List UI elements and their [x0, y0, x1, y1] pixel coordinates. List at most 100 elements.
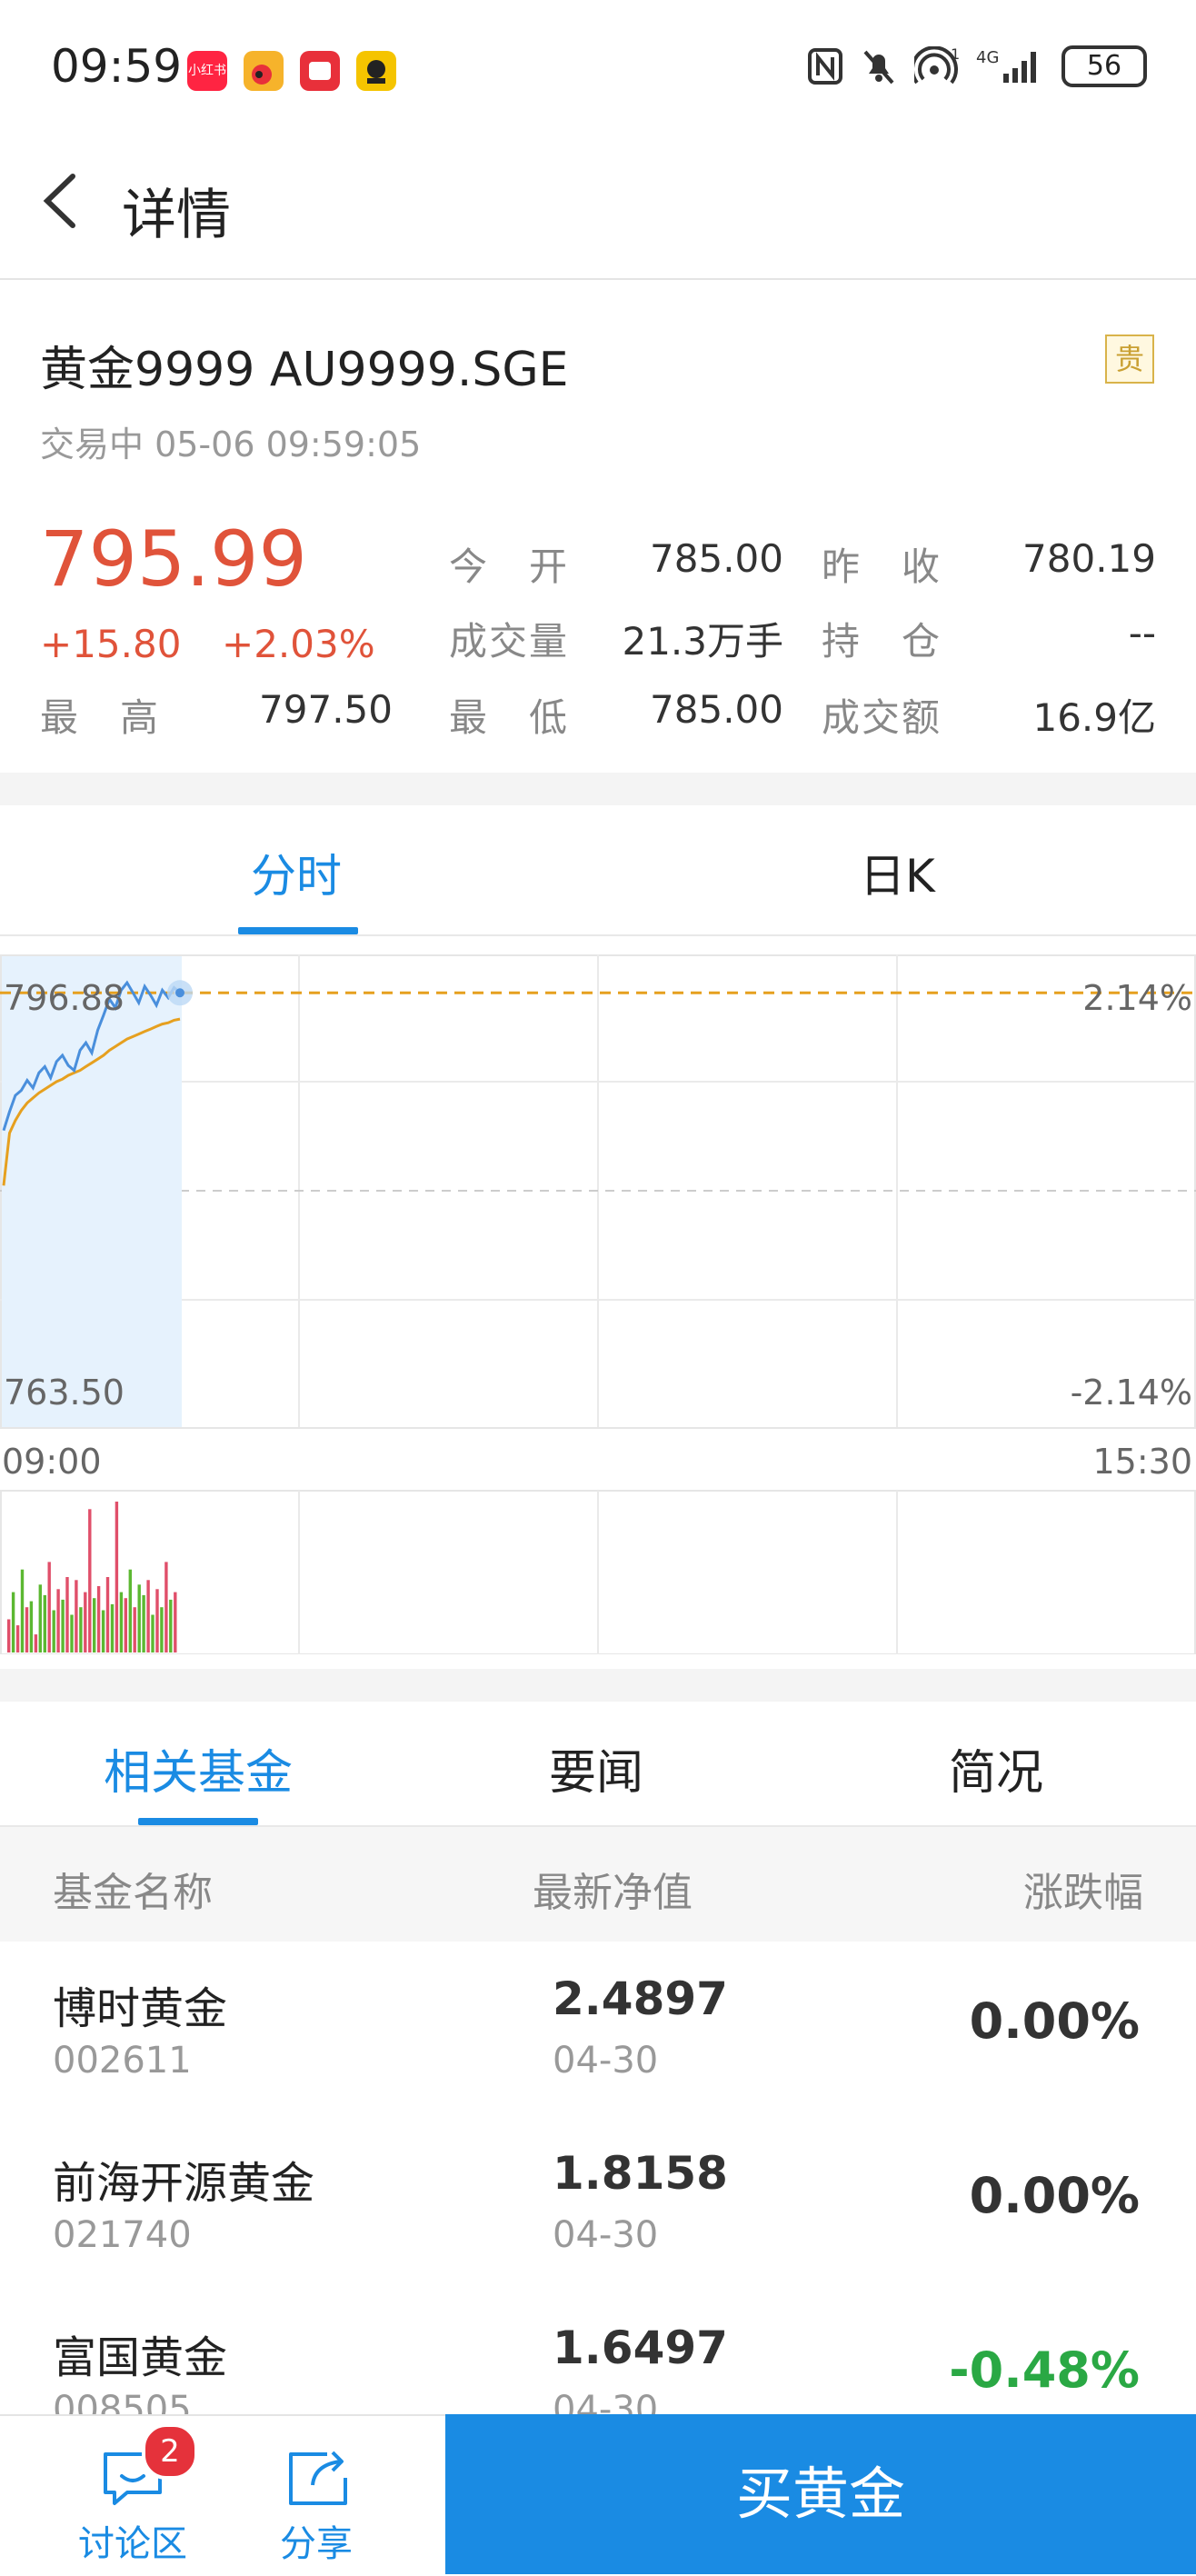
fund-date: 04-30 [553, 2040, 659, 2082]
fund-name: 博时黄金 [53, 1983, 228, 2034]
volume-bar [160, 1607, 164, 1652]
volume-bar [84, 1592, 87, 1652]
share-icon [289, 2451, 347, 2505]
fund-nav: 1.6497 [553, 2321, 728, 2374]
volume-bar [65, 1577, 69, 1652]
stat-value: -- [1128, 611, 1156, 655]
volume-bar [133, 1607, 136, 1652]
volume-bar [43, 1594, 46, 1652]
volume-bar [155, 1589, 159, 1652]
volume-bar [124, 1598, 127, 1652]
volume-bar [79, 1607, 83, 1652]
volume-bar [52, 1610, 55, 1652]
stat-label: 最 低 [449, 695, 570, 740]
volume-bar [93, 1598, 96, 1652]
weibo-icon [244, 51, 284, 91]
price-change: +15.80 [40, 622, 182, 666]
stat-value: 21.3万手 [622, 619, 783, 664]
back-icon[interactable] [36, 169, 91, 233]
fund-code: 002611 [53, 2040, 192, 2082]
tab-related-funds[interactable]: 相关基金 [104, 1734, 293, 1802]
tab-overview[interactable]: 简况 [949, 1734, 1043, 1802]
volume-bar [137, 1584, 141, 1652]
stat-label: 昨 收 [822, 544, 942, 589]
hotspot-icon: 1 [914, 46, 960, 85]
price-change-pct: +2.03% [222, 622, 375, 666]
x-axis-end-label: 15:30 [1092, 1442, 1192, 1482]
tab-news[interactable]: 要闻 [549, 1734, 643, 1802]
fund-name: 前海开源黄金 [53, 2158, 315, 2209]
volume-bar [20, 1569, 25, 1652]
section-divider [0, 773, 1196, 805]
section-divider [0, 1669, 1196, 1702]
yellow-app-icon [356, 51, 396, 91]
svg-text:1: 1 [951, 46, 960, 63]
signal-icon: 4G [976, 48, 1036, 83]
fund-code: 021740 [53, 2214, 192, 2256]
volume-bar [119, 1592, 124, 1652]
current-price: 795.99 [40, 514, 307, 604]
discuss-label: 讨论区 [78, 2523, 187, 2565]
volume-bar [169, 1599, 173, 1652]
current-point-dot [175, 988, 184, 998]
volume-bar [47, 1562, 51, 1652]
category-badge: 贵 [1105, 334, 1154, 384]
tab-intraday[interactable]: 分时 [251, 840, 342, 905]
stat-label: 持 仓 [822, 619, 942, 664]
fund-change: 0.00% [969, 2167, 1140, 2224]
high-label: 最 高 [40, 695, 161, 740]
column-header-nav: 最新净值 [533, 1870, 693, 1916]
tab-daily-k[interactable]: 日K [860, 840, 935, 905]
intraday-chart[interactable] [0, 954, 1196, 1654]
fund-date: 04-30 [553, 2214, 659, 2256]
status-bar: 09:59 小红书 1 4G 56 [0, 0, 1196, 136]
stat-label: 今 开 [449, 544, 570, 589]
tab-underline [238, 927, 358, 934]
volume-bar [38, 1584, 42, 1652]
tab-divider [0, 934, 1196, 936]
volume-bar [146, 1580, 150, 1652]
volume-bar [75, 1580, 78, 1652]
mute-icon [863, 50, 894, 85]
share-label: 分享 [280, 2523, 353, 2565]
volume-bar [164, 1562, 168, 1652]
stat-value: 780.19 [1022, 536, 1156, 581]
stat-value: 785.00 [650, 536, 783, 581]
volume-bar [115, 1502, 119, 1652]
y-axis-top-label: 796.88 [4, 978, 125, 1018]
volume-bar [110, 1603, 115, 1652]
xiaohongshu-icon: 小红书 [187, 51, 227, 91]
stat-value: 16.9亿 [1032, 695, 1156, 740]
stat-label: 成交量 [449, 619, 570, 664]
volume-bar [105, 1577, 110, 1652]
stock-name: 黄金9999 AU9999.SGE [40, 343, 569, 397]
volume-bar [11, 1592, 15, 1652]
trade-status: 交易中 05-06 09:59:05 [40, 424, 422, 464]
volume-bar [34, 1634, 38, 1652]
status-icons: 1 4G 56 [807, 45, 1147, 87]
volume-bar [88, 1509, 92, 1652]
volume-bar [128, 1569, 132, 1652]
battery-indicator: 56 [1061, 45, 1147, 87]
page-title: 详情 [122, 184, 231, 247]
column-header-change: 涨跌幅 [1023, 1870, 1143, 1916]
stat-label: 成交额 [822, 695, 942, 740]
volume-bar [61, 1599, 65, 1652]
volume-bar [7, 1619, 11, 1652]
volume-bar [96, 1586, 101, 1652]
notification-badge: 2 [142, 2423, 198, 2480]
volume-bar [56, 1589, 60, 1652]
stat-value: 785.00 [650, 687, 783, 732]
volume-bar [174, 1592, 177, 1652]
x-axis-start-label: 09:00 [2, 1442, 102, 1482]
fund-nav: 1.8158 [553, 2147, 728, 2200]
volume-bar [151, 1614, 154, 1652]
fund-nav: 2.4897 [553, 1972, 728, 2025]
high-value: 797.50 [259, 687, 393, 732]
y-axis-bottom-label: 763.50 [4, 1373, 125, 1413]
fund-change: 0.00% [969, 1992, 1140, 2050]
buy-gold-button[interactable]: 买黄金 [445, 2414, 1196, 2574]
pct-axis-top-label: 2.14% [1082, 978, 1192, 1018]
pct-axis-bottom-label: -2.14% [1070, 1373, 1192, 1413]
fund-name: 富国黄金 [53, 2332, 228, 2383]
